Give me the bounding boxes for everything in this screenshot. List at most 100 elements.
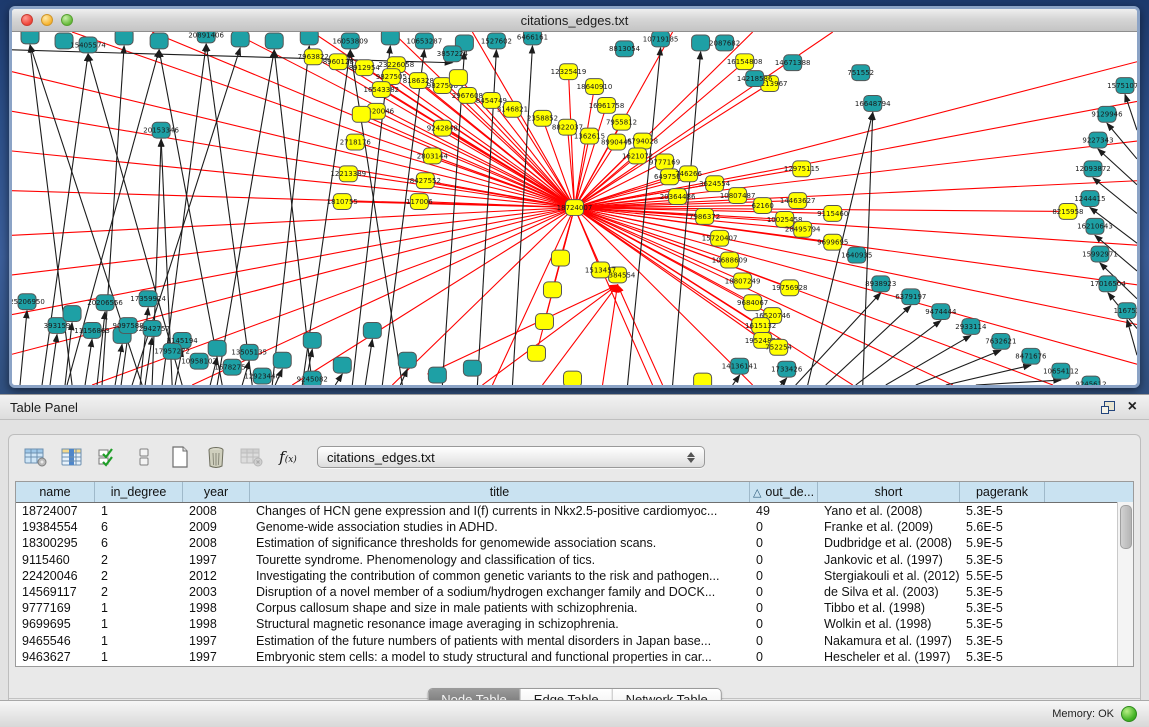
table-row[interactable]: 911546021997Tourette syndrome. Phenomeno… (16, 552, 1133, 568)
graph-node-label: 12923446 (244, 372, 280, 380)
graph-node-label: 2803144 (417, 152, 449, 160)
graph-node[interactable] (449, 70, 467, 86)
graph-node[interactable] (692, 35, 710, 51)
table-row[interactable]: 2242004622012Investigating the contribut… (16, 568, 1133, 584)
cell-in_degree: 1 (95, 650, 183, 664)
graph-node[interactable] (303, 332, 321, 348)
graph-node-label: 10688609 (712, 256, 748, 264)
table-selector-dropdown[interactable]: citations_edges.txt (317, 446, 705, 468)
graph-node-label: 16961758 (589, 102, 625, 110)
column-header-in_degree[interactable]: in_degree (95, 482, 183, 502)
graph-node[interactable] (535, 314, 553, 330)
table-settings-icon[interactable] (21, 444, 51, 470)
graph-node[interactable] (551, 250, 569, 266)
graph-node-label: 8215958 (1052, 208, 1083, 216)
cell-in_degree: 6 (95, 520, 183, 534)
table-row[interactable]: 1456911722003Disruption of a novel membe… (16, 584, 1133, 600)
graph-node[interactable] (231, 32, 249, 47)
graph-node[interactable] (208, 340, 226, 356)
table-row[interactable]: 969969511998Structural magnetic resonanc… (16, 616, 1133, 632)
column-header-name[interactable]: name (16, 482, 95, 502)
graph-node[interactable] (428, 367, 446, 383)
graph-node[interactable] (150, 33, 168, 49)
graph-node[interactable] (363, 323, 381, 339)
column-header-pagerank[interactable]: pagerank (960, 482, 1045, 502)
graph-node[interactable] (333, 357, 351, 373)
column-header-out_de[interactable]: △out_de... (750, 482, 818, 502)
new-column-icon[interactable] (165, 444, 195, 470)
cell-out_de: 49 (750, 504, 818, 518)
cell-short: Tibbo et al. (1998) (818, 601, 960, 615)
delete-table-icon[interactable] (237, 444, 267, 470)
cell-in_degree: 6 (95, 536, 183, 550)
column-header-short[interactable]: short (818, 482, 960, 502)
graph-node-label: 15405574 (70, 41, 106, 49)
cell-year: 2012 (183, 569, 250, 583)
scrollbar-thumb[interactable] (1120, 505, 1132, 549)
graph-node-label: 18724007 (557, 204, 593, 212)
table-row[interactable]: 946554611997Estimation of the future num… (16, 633, 1133, 649)
table-vertical-scrollbar[interactable] (1117, 502, 1133, 666)
network-window[interactable]: citations_edges.txt 18724007796382289601… (9, 6, 1140, 388)
graph-node[interactable] (463, 360, 481, 376)
dropdown-stepper-icon (682, 452, 704, 463)
node-table-header-row: namein_degreeyeartitle△out_de...shortpag… (16, 482, 1133, 503)
column-visibility-icon[interactable] (57, 444, 87, 470)
graph-node[interactable] (265, 33, 283, 49)
clear-selection-icon[interactable] (129, 444, 159, 470)
zoom-window-icon[interactable] (61, 14, 73, 26)
graph-node-label: 17016504 (1090, 280, 1126, 288)
graph-node-label: 17957272 (154, 348, 190, 356)
graph-node-label: 25206950 (12, 298, 45, 306)
table-row[interactable]: 1872400712008Changes of HCN gene express… (16, 503, 1133, 519)
graph-node-label: 9097588 (113, 322, 144, 330)
table-row[interactable]: 1830029562008Estimation of significance … (16, 535, 1133, 551)
graph-node[interactable] (352, 106, 370, 122)
status-bar: Memory: OK (0, 700, 1149, 727)
graph-node-label: 117006 (406, 198, 433, 206)
graph-node[interactable] (398, 352, 416, 368)
citation-edge-black (1127, 320, 1137, 356)
graph-node-label: 13505135 (231, 349, 267, 357)
graph-node[interactable] (563, 371, 581, 385)
graph-node[interactable] (273, 352, 291, 368)
graph-node-label: 8813054 (609, 45, 641, 53)
close-panel-icon[interactable]: × (1128, 401, 1137, 413)
cell-year: 2009 (183, 520, 250, 534)
network-window-titlebar[interactable]: citations_edges.txt (12, 9, 1137, 32)
select-rows-icon[interactable] (93, 444, 123, 470)
graph-node-label: 3146821 (497, 106, 528, 114)
cell-name: 9699695 (16, 617, 95, 631)
graph-node[interactable] (115, 32, 133, 45)
table-row[interactable]: 946362711997Embryonic stem cells: a mode… (16, 649, 1133, 665)
graph-node-label: 20206556 (87, 299, 123, 307)
graph-node-label: 19756928 (772, 284, 808, 292)
graph-node[interactable] (381, 32, 399, 45)
cell-year: 2003 (183, 585, 250, 599)
network-view-canvas[interactable]: 1872400779638228960128891295423226058982… (12, 32, 1137, 385)
function-builder-icon[interactable]: f(x) (273, 444, 303, 470)
cell-title: Disruption of a novel member of a sodium… (250, 585, 750, 599)
cell-pagerank: 5.5E-5 (960, 569, 1045, 583)
graph-node[interactable] (300, 32, 318, 45)
minimize-window-icon[interactable] (41, 14, 53, 26)
cell-title: Structural magnetic resonance image aver… (250, 617, 750, 631)
delete-column-icon[interactable] (201, 444, 231, 470)
graph-node[interactable] (694, 373, 712, 385)
graph-node[interactable] (63, 306, 81, 322)
graph-node-label: 10654112 (1043, 368, 1079, 376)
table-row[interactable]: 977716911998Corpus callosum shape and si… (16, 600, 1133, 616)
column-header-title[interactable]: title (250, 482, 750, 502)
table-panel-title: Table Panel (0, 400, 1101, 415)
close-window-icon[interactable] (21, 14, 33, 26)
graph-node-label: 10807487 (720, 192, 756, 200)
graph-node[interactable] (543, 282, 561, 298)
float-panel-icon[interactable] (1101, 401, 1114, 413)
graph-node[interactable] (527, 345, 545, 361)
table-row[interactable]: 1938455462009Genome-wide association stu… (16, 519, 1133, 535)
cell-name: 18724007 (16, 504, 95, 518)
graph-node[interactable] (21, 32, 39, 44)
column-header-year[interactable]: year (183, 482, 250, 502)
graph-node-label: 7632621 (985, 338, 1016, 346)
graph-node-label: 15751074 (1107, 82, 1137, 90)
